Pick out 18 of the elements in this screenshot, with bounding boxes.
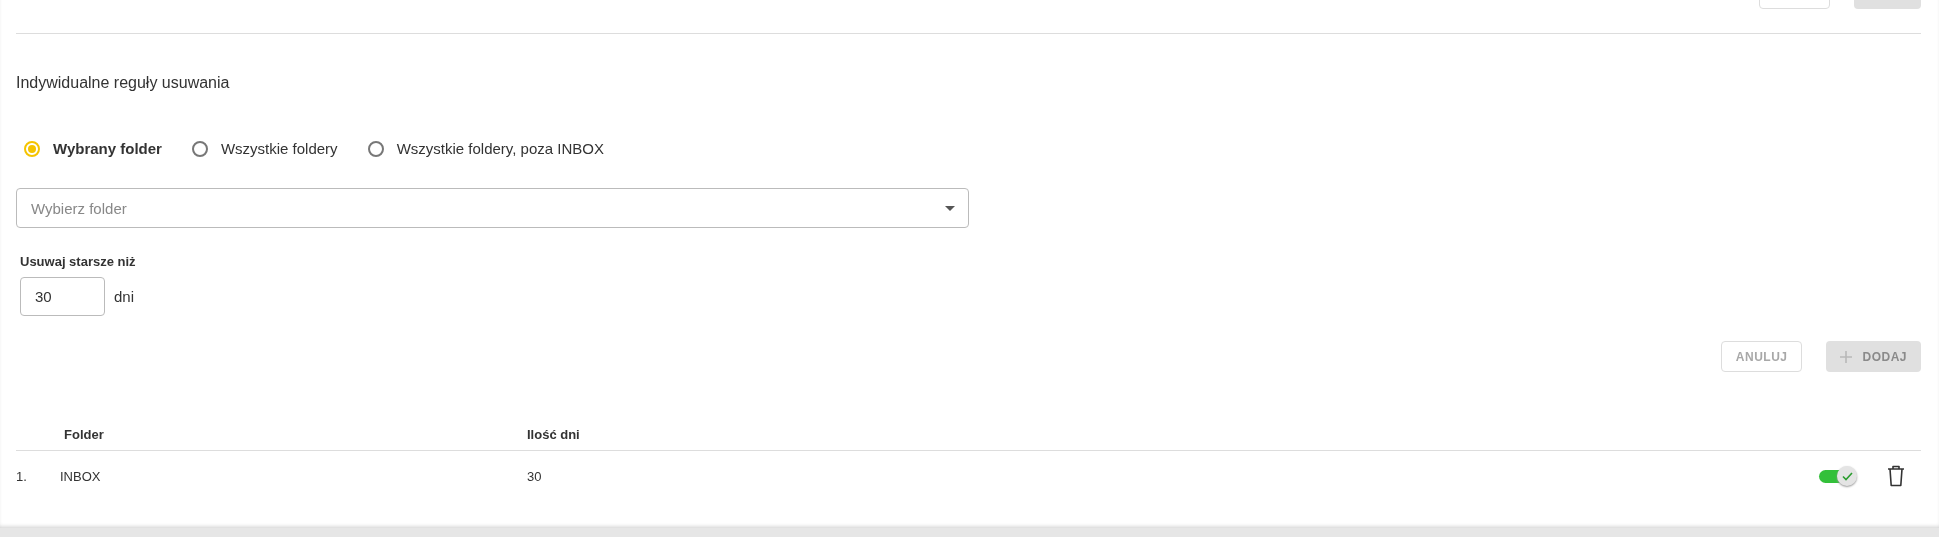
row-number: 1.: [16, 468, 28, 484]
radio-option[interactable]: Wszystkie foldery, poza INBOX: [367, 140, 604, 157]
field-label: Usuwaj starsze niż: [20, 254, 137, 269]
trash-icon[interactable]: [1887, 465, 1905, 487]
toggle-switch[interactable]: [1819, 466, 1857, 486]
radio-option[interactable]: Wszystkie foldery: [191, 140, 338, 157]
check-icon: [1841, 471, 1853, 481]
days-input[interactable]: 30: [20, 277, 105, 316]
column-header: Ilość dni: [527, 427, 581, 442]
unit-label: dni: [114, 288, 135, 305]
caret-icon: [945, 206, 955, 211]
plus-icon: [1840, 350, 1853, 363]
column-header: Folder: [64, 427, 105, 442]
folder-select[interactable]: Wybierz folder: [16, 188, 969, 228]
radio-option[interactable]: Wybrany folder: [24, 140, 162, 157]
section-title: Indywidualne reguły usuwania: [16, 74, 231, 92]
table-cell-text: INBOX: [60, 468, 102, 484]
table-cell-text: 30: [527, 468, 543, 484]
